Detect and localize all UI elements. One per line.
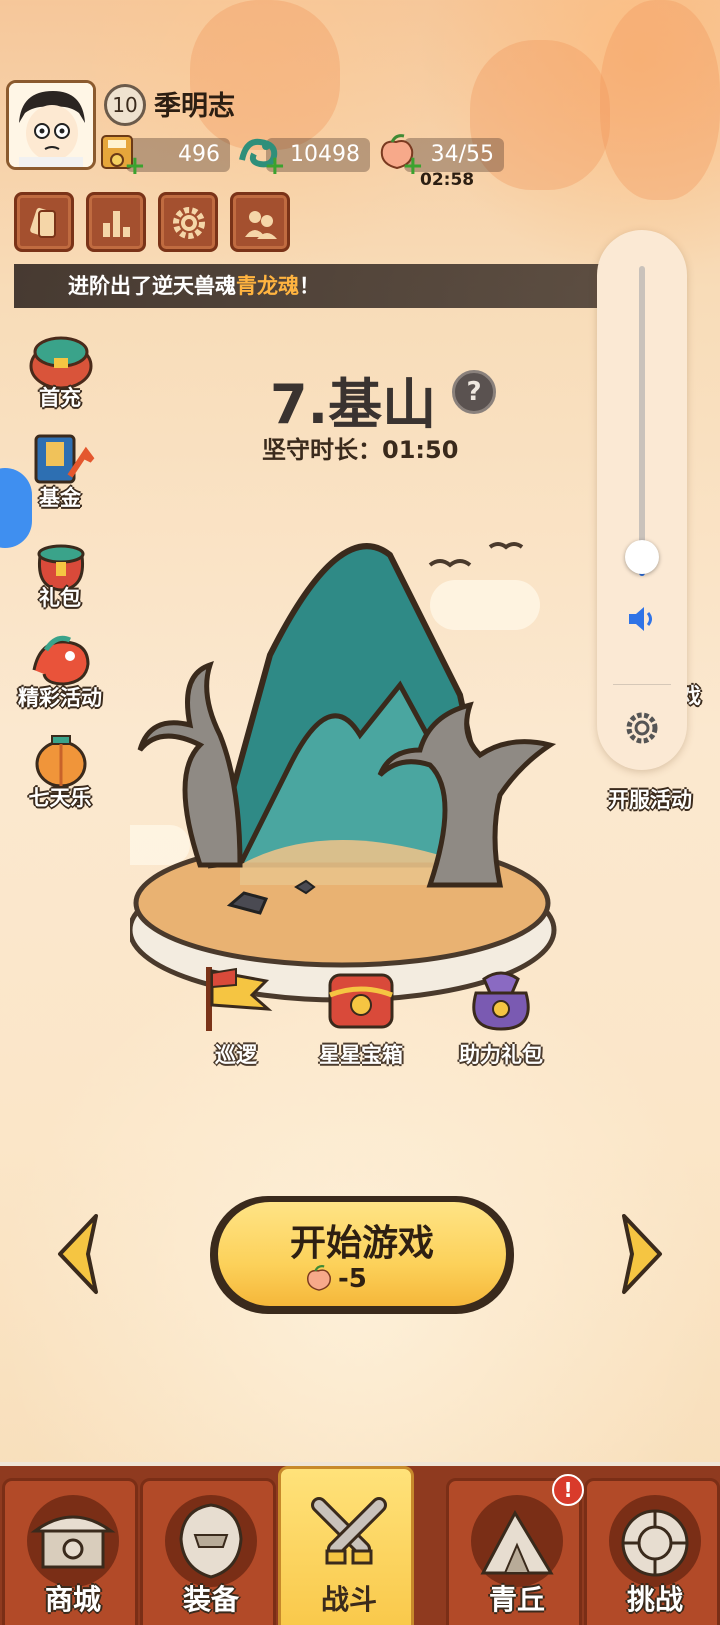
stamina-timer: 02:58 [420,170,475,190]
tab-battle[interactable]: 战斗 [278,1466,414,1625]
ranking-icon [103,211,130,237]
bird-icon [428,559,472,568]
lantern-decoration [190,0,340,150]
start-game-label: 开始游戏 [289,1223,434,1264]
ticker-highlight: 青龙魂 [236,274,299,298]
lantern-decoration [600,0,720,200]
next-stage-arrow-icon[interactable] [616,1212,666,1296]
stage-title: 7.基山 [270,373,437,436]
star-chest-icon [328,973,394,1029]
help-icon[interactable]: ? [452,370,496,414]
player-avatar[interactable] [6,80,96,170]
tab-label: 商城 [44,1583,101,1616]
hold-duration: 坚守时长：01:50 [262,436,459,464]
assist-gift-button[interactable]: 助力礼包 [456,965,546,1069]
ticker-prefix: 进阶出了逆天兽魂 [68,274,236,298]
side-item-label: 七天乐 [28,786,92,810]
armor-icon [179,1503,243,1579]
crossed-swords-icon [311,1497,387,1565]
friends-button[interactable] [230,192,290,252]
panel-divider [613,684,671,685]
avatar-portrait-icon [9,83,93,167]
notification-badge: ! [552,1474,584,1506]
tab-label: 战斗 [320,1583,377,1616]
add-jade-button[interactable]: + [264,153,286,179]
side-item-first-recharge[interactable]: 首充 [10,330,110,426]
tab-shop[interactable]: 商城 [2,1478,138,1625]
volume-panel [597,230,687,770]
tab-label: 挑战 [626,1583,683,1616]
stage-diorama [130,542,557,1003]
patrol-button[interactable]: 巡逻 [196,965,276,1069]
bird-icon [488,542,524,550]
gear-icon [173,207,205,239]
volume-slider-handle[interactable] [625,540,659,575]
side-item-label: 精彩活动 [18,686,102,710]
news-ticker: 进阶出了逆天兽魂青龙魂！ [14,264,599,308]
tab-label: 装备 [182,1583,239,1616]
shop-icon [30,1515,116,1569]
assist-bag-icon [472,971,530,1031]
challenge-icon [621,1509,689,1577]
side-item-label: 基金 [39,486,81,510]
speaker-icon[interactable] [625,602,659,636]
side-item-fund[interactable]: 基金 [10,430,110,526]
volume-slider-track[interactable] [639,266,645,576]
prev-stage-arrow-icon[interactable] [54,1212,104,1296]
peach-icon [307,1265,331,1291]
patrol-flag-icon [206,967,273,1031]
settings-button[interactable] [158,192,218,252]
bottom-nav: 商城 装备 战斗 青丘 挑战 [0,1462,720,1625]
tab-label: 青丘 [488,1583,545,1616]
star-chest-label: 星星宝箱 [319,1043,403,1067]
cards-button[interactable] [14,192,74,252]
side-item-seven-day[interactable]: 七天乐 [10,730,110,826]
server-event-label[interactable]: 开服活动 [608,784,692,814]
add-gold-button[interactable]: + [124,153,146,179]
start-game-button[interactable]: 开始游戏 -5 [210,1196,514,1314]
star-chest-button[interactable]: 星星宝箱 [318,965,404,1069]
patrol-label: 巡逻 [215,1043,257,1067]
friends-icon [245,211,277,239]
player-level-badge: 10 [104,84,146,126]
ranking-button[interactable] [86,192,146,252]
side-item-label: 首充 [39,386,81,410]
side-item-gift-bag[interactable]: 礼包 [10,530,110,626]
side-item-events[interactable]: 精彩活动 [10,630,110,726]
mountain-icon [480,1509,554,1575]
player-name: 季明志 [154,91,235,122]
assist-gift-label: 助力礼包 [459,1043,543,1067]
ticker-suffix: ！ [299,274,320,298]
cards-icon [30,207,56,238]
side-item-label: 礼包 [39,586,81,610]
stamina-cost: -5 [338,1264,367,1294]
start-game-button-face: 开始游戏 -5 [218,1202,506,1306]
tab-challenge[interactable]: 挑战 [584,1478,720,1625]
tab-equipment[interactable]: 装备 [140,1478,276,1625]
gear-icon[interactable] [622,708,662,748]
